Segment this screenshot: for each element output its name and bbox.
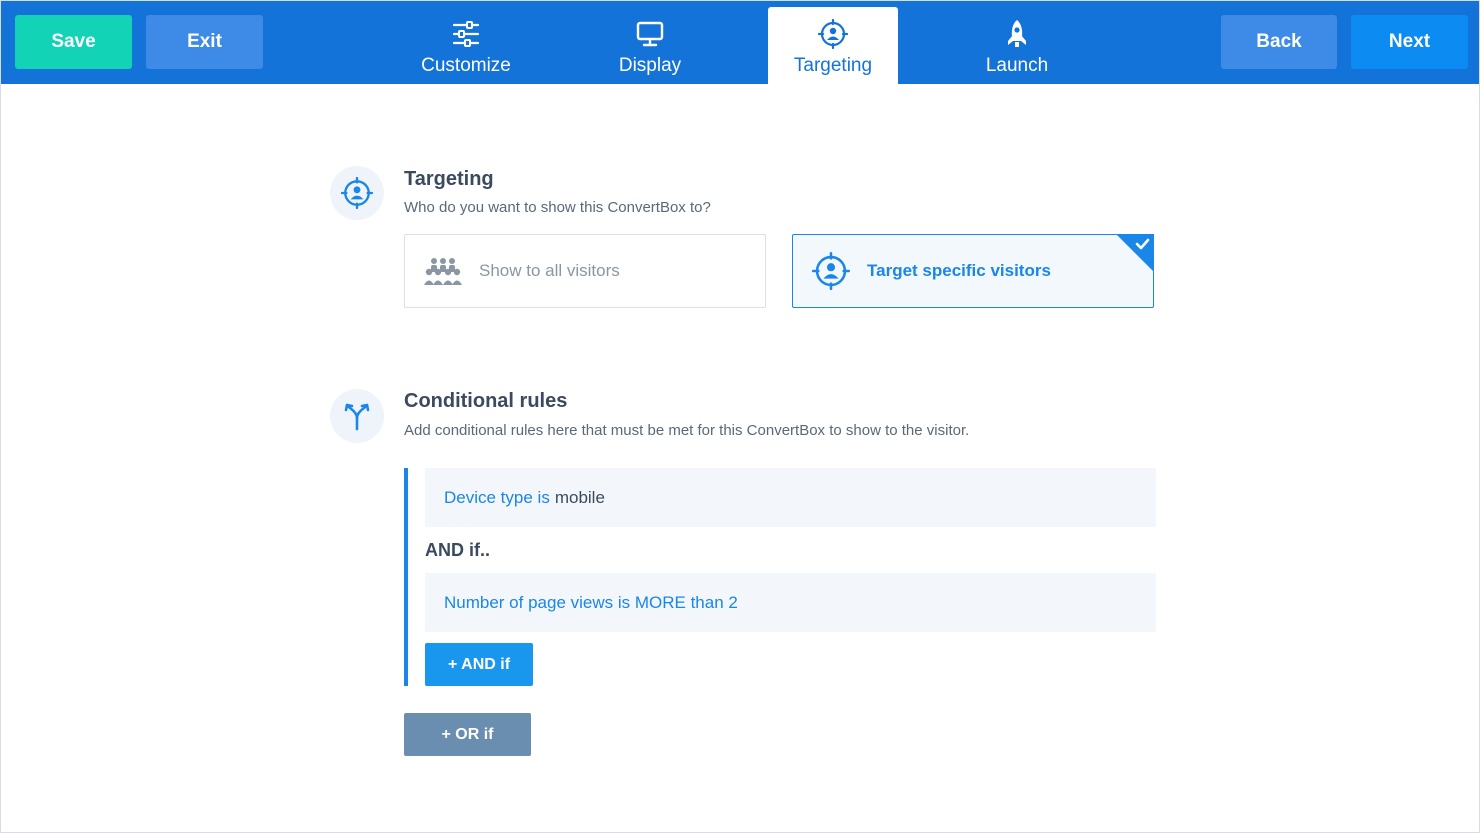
next-button[interactable]: Next bbox=[1351, 15, 1468, 69]
tab-label: Launch bbox=[985, 55, 1049, 76]
targeting-title: Targeting bbox=[404, 168, 494, 190]
tab-label: Display bbox=[618, 55, 682, 76]
fork-icon bbox=[330, 389, 384, 443]
and-connector: AND if.. bbox=[425, 540, 490, 560]
option-label: Target specific visitors bbox=[867, 261, 1051, 280]
targeting-subtitle: Who do you want to show this ConvertBox … bbox=[404, 199, 711, 216]
top-toolbar: Save Exit Customize Display Targeting La… bbox=[1, 1, 1479, 84]
monitor-icon bbox=[634, 19, 666, 49]
tab-customize[interactable]: Customize bbox=[401, 7, 531, 84]
save-button[interactable]: Save bbox=[15, 15, 132, 69]
rule-condition: Number of page views is MORE than 2 bbox=[444, 592, 738, 612]
rule-value: mobile bbox=[554, 487, 605, 507]
conditional-title: Conditional rules bbox=[404, 390, 568, 412]
tab-label: Targeting bbox=[793, 55, 873, 76]
tab-launch[interactable]: Launch bbox=[952, 7, 1082, 84]
option-all-visitors[interactable]: Show to all visitors bbox=[404, 234, 766, 308]
rule-device-type[interactable]: Device type is mobile bbox=[425, 468, 1156, 527]
rule-group: Device type is mobile AND if.. Number of… bbox=[404, 468, 1156, 686]
tab-display[interactable]: Display bbox=[585, 7, 715, 84]
option-specific-visitors[interactable]: Target specific visitors bbox=[792, 234, 1154, 308]
checkmark-icon bbox=[1116, 234, 1154, 272]
rule-condition: Device type is bbox=[444, 487, 550, 507]
tab-label: Customize bbox=[421, 55, 511, 76]
tab-targeting[interactable]: Targeting bbox=[768, 7, 898, 84]
target-user-icon bbox=[330, 166, 384, 220]
option-label: Show to all visitors bbox=[479, 261, 620, 280]
back-button[interactable]: Back bbox=[1221, 15, 1337, 69]
target-user-icon bbox=[811, 251, 851, 291]
target-user-icon bbox=[817, 19, 849, 49]
add-and-rule-button[interactable]: + AND if bbox=[425, 643, 533, 686]
add-or-rule-button[interactable]: + OR if bbox=[404, 713, 531, 756]
group-icon bbox=[423, 251, 463, 291]
exit-button[interactable]: Exit bbox=[146, 15, 263, 69]
conditional-subtitle: Add conditional rules here that must be … bbox=[404, 422, 970, 439]
rule-page-views[interactable]: Number of page views is MORE than 2 bbox=[425, 573, 1156, 632]
sliders-icon bbox=[450, 19, 482, 49]
rocket-icon bbox=[1001, 19, 1033, 49]
